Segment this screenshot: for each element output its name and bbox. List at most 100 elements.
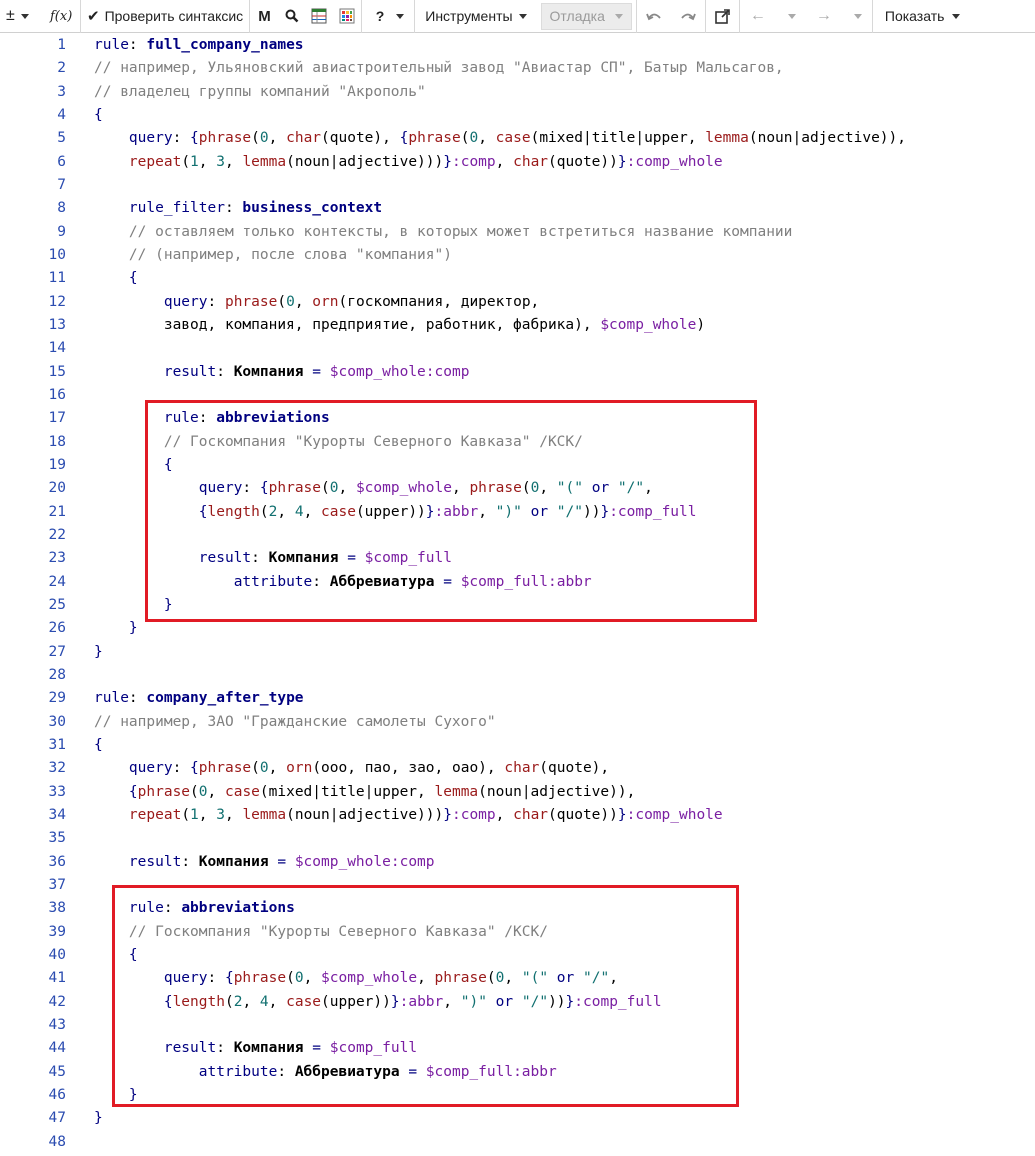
code-line[interactable]: 11 {: [0, 267, 1035, 290]
line-number: 14: [48, 340, 66, 357]
code-text: repeat(1, 3, lemma(noun|adjective)))}:co…: [94, 151, 723, 174]
grid-button[interactable]: [333, 0, 361, 33]
code-line[interactable]: 31 {: [0, 734, 1035, 757]
line-number: 41: [48, 970, 66, 987]
code-token: }: [617, 153, 627, 170]
highlight-box-abbreviations-1: [145, 400, 757, 622]
line-number: 18: [48, 433, 66, 450]
code-token: repeat: [128, 806, 182, 823]
code-token: lemma: [242, 153, 287, 170]
back-dropdown[interactable]: ←: [740, 0, 806, 33]
redo-button[interactable]: [671, 0, 705, 33]
code-token: :comp_whole: [626, 153, 723, 170]
code-line[interactable]: 36 result: Компания = $comp_whole:comp: [0, 851, 1035, 874]
code-line[interactable]: 15 result: Компания = $comp_whole:comp: [0, 361, 1035, 384]
code-line[interactable]: 5 query: {phrase(0, char(quote), {phrase…: [0, 127, 1035, 150]
code-line[interactable]: 9 // оставляем только контексты, в котор…: [0, 221, 1035, 244]
line-number: 45: [48, 1063, 66, 1080]
code-line[interactable]: 8 rule_filter: business_context: [0, 197, 1035, 220]
code-token: }: [617, 806, 627, 823]
code-line[interactable]: 33 {phrase(0, case(mixed|title|upper, le…: [0, 781, 1035, 804]
code-line[interactable]: 30 // например, ЗАО "Гражданские самолеты…: [0, 711, 1035, 734]
code-line[interactable]: 4{: [0, 104, 1035, 127]
arrow-left-icon: ←: [749, 7, 766, 24]
debug-dropdown[interactable]: Отладка: [540, 2, 632, 30]
show-dropdown[interactable]: Показать: [873, 0, 969, 33]
code-line[interactable]: 48: [0, 1131, 1035, 1154]
code-line[interactable]: 2 // например, Ульяновский авиастроительн…: [0, 57, 1035, 80]
code-token: repeat: [128, 153, 182, 170]
code-token: (: [251, 760, 260, 777]
code-token: :: [207, 293, 225, 310]
diff-dropdown[interactable]: ±: [0, 0, 44, 33]
code-token: (quote)): [548, 153, 618, 170]
code-token: {: [128, 270, 138, 287]
tools-dropdown[interactable]: Инструменты: [415, 0, 536, 33]
code-token: lemma: [242, 806, 287, 823]
zoom-button[interactable]: [279, 0, 305, 33]
code-line[interactable]: 28: [0, 664, 1035, 687]
code-token: ,: [294, 293, 313, 310]
code-line[interactable]: 29 rule: company_after_type: [0, 687, 1035, 710]
code-text: // (например, после слова "компания"): [94, 244, 452, 267]
code-text: query: {phrase(0, orn(ооо, пао, зао, оао…: [94, 757, 609, 780]
code-line[interactable]: 27}: [0, 641, 1035, 664]
code-line[interactable]: 32 query: {phrase(0, orn(ооо, пао, зао, …: [0, 757, 1035, 780]
code-token: =: [312, 363, 322, 380]
forward-dropdown[interactable]: →: [806, 0, 872, 33]
code-line[interactable]: 47}: [0, 1107, 1035, 1130]
code-token: 3: [216, 153, 225, 170]
code-token: ,: [207, 783, 225, 800]
check-syntax-button[interactable]: ✔ Проверить синтаксис: [81, 0, 249, 33]
line-number: 1: [57, 37, 66, 53]
code-token: phrase: [198, 760, 252, 777]
code-line[interactable]: 34 repeat(1, 3, lemma(noun|adjective)))}…: [0, 804, 1035, 827]
code-token: (госкомпания, директор,: [338, 293, 540, 310]
m-button[interactable]: M: [250, 0, 279, 33]
code-line[interactable]: 10 // (например, после слова "компания"): [0, 244, 1035, 267]
code-token: (: [181, 153, 191, 170]
help-dropdown[interactable]: ?: [362, 0, 415, 33]
code-token: 1: [190, 153, 199, 170]
open-external-button[interactable]: [706, 0, 739, 33]
line-number: 25: [48, 596, 66, 613]
table-button[interactable]: [305, 0, 333, 33]
table-icon: [311, 8, 327, 24]
code-line[interactable]: 1 rule: full_company_names: [0, 34, 1035, 57]
code-line[interactable]: 35: [0, 827, 1035, 850]
line-number: 4: [57, 106, 66, 123]
code-token: 1: [190, 806, 199, 823]
code-line[interactable]: 12 query: phrase(0, orn(госкомпания, дир…: [0, 291, 1035, 314]
function-button[interactable]: f(x): [44, 0, 80, 33]
line-number: 39: [48, 923, 66, 940]
line-number: 22: [48, 526, 66, 543]
line-number: 15: [48, 363, 66, 380]
line-number: 26: [48, 620, 66, 637]
code-token: Компания: [198, 853, 269, 870]
line-number: 19: [48, 456, 66, 473]
code-line[interactable]: 3 // владелец группы компаний "Акрополь": [0, 81, 1035, 104]
code-token: ,: [198, 806, 217, 823]
code-token: char: [513, 806, 549, 823]
line-number: 23: [48, 550, 66, 567]
check-icon: ✔: [87, 8, 100, 25]
code-line[interactable]: 7: [0, 174, 1035, 197]
code-token: 0: [286, 293, 295, 310]
code-text: // например, Ульяновский авиастроительны…: [94, 57, 784, 80]
code-token: (quote),: [539, 760, 610, 777]
code-text: {phrase(0, case(mixed|title|upper, lemma…: [94, 781, 635, 804]
code-line[interactable]: 6 repeat(1, 3, lemma(noun|adjective)))}:…: [0, 151, 1035, 174]
line-number: 2: [57, 60, 66, 77]
code-token: orn: [312, 293, 339, 310]
diff-label: ±: [6, 7, 15, 24]
line-number: 13: [48, 316, 66, 333]
line-number: 30: [48, 713, 66, 730]
code-line[interactable]: 13 завод, компания, предприятие, работни…: [0, 314, 1035, 337]
undo-button[interactable]: [637, 0, 671, 33]
code-line[interactable]: 14: [0, 337, 1035, 360]
